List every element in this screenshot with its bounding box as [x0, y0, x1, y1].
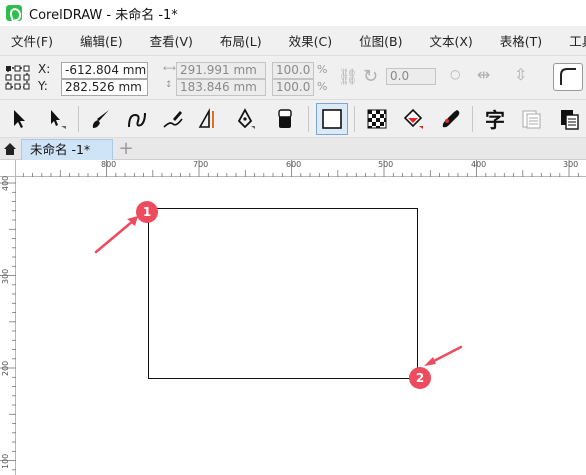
step-marker-2: 2	[409, 367, 431, 389]
step-marker-1: 1	[136, 201, 158, 223]
annotation-arrows	[94, 216, 463, 366]
